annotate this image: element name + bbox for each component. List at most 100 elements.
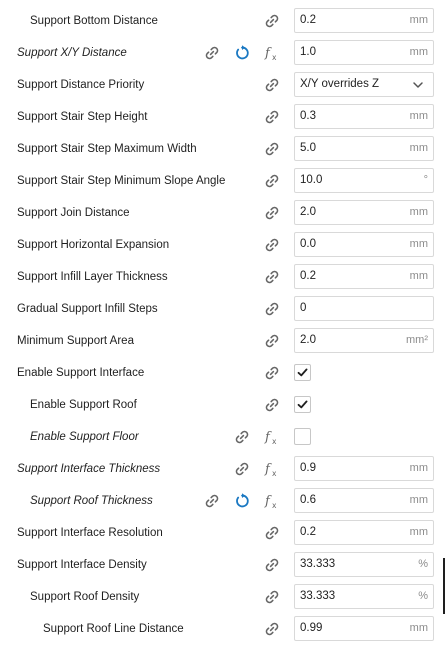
link-icon [263,332,281,350]
setting-value: 33.333 [300,558,336,570]
setting-input[interactable]: 5.0 mm [294,136,434,161]
setting-unit: mm [409,238,428,250]
setting-value: 0.0 [300,238,316,250]
per-extruder-link-icon [203,492,221,510]
setting-row-gradual-support-infill-steps: Gradual Support Infill Steps 0 [0,293,446,325]
svg-text:f: f [264,46,272,61]
setting-label: Support Interface Thickness [17,463,161,475]
setting-input[interactable]: 10.0 ° [294,168,434,193]
setting-value: 0.99 [300,622,323,634]
setting-unit: mm [409,110,428,122]
setting-value: 0.2 [300,270,316,282]
reset-icon[interactable] [233,492,251,510]
checkmark-icon [297,368,308,377]
setting-dropdown[interactable]: X/Y overrides Z [294,72,434,97]
checkmark-icon [297,400,308,409]
setting-row-support-infill-layer-thickness: Support Infill Layer Thickness 0.2 mm [0,261,446,293]
svg-text:f: f [264,462,272,477]
setting-input[interactable]: 2.0 mm² [294,328,434,353]
setting-input[interactable]: 33.333% [294,584,434,609]
setting-row-support-roof-thickness: Support Roof Thickness f x 0.6 mm [0,485,446,517]
setting-label: Support Distance Priority [17,79,145,91]
setting-row-support-horizontal-expansion: Support Horizontal Expansion 0.0 mm [0,229,446,261]
per-extruder-link-icon [233,428,251,446]
link-icon [263,300,281,318]
setting-value: 0 [300,302,307,314]
setting-input[interactable]: 0.3 mm [294,104,434,129]
setting-row-support-distance-priority: Support Distance Priority X/Y overrides Z [0,69,446,101]
setting-label: Support Bottom Distance [30,15,158,27]
setting-label: Support Stair Step Height [17,111,148,123]
link-icon [263,76,281,94]
setting-unit: mm² [406,334,428,346]
link-icon [263,140,281,158]
setting-row-support-roof-density: Support Roof Density 33.333% [0,581,446,613]
setting-label: Support Join Distance [17,207,130,219]
setting-value: 0.6 [300,494,316,506]
setting-input[interactable]: 33.333% [294,552,434,577]
setting-unit: mm [409,14,428,26]
svg-text:x: x [272,437,277,446]
setting-unit: % [418,558,428,570]
setting-input[interactable]: 0.99 mm [294,616,434,641]
settings-list: Support Bottom Distance 0.2 mm Support X/Y … [0,5,446,645]
link-icon [263,620,281,638]
setting-unit: mm [409,622,428,634]
link-icon [263,524,281,542]
per-extruder-link-icon [233,460,251,478]
link-icon [263,204,281,222]
setting-row-support-bottom-distance: Support Bottom Distance 0.2 mm [0,5,446,37]
setting-input[interactable]: 0 [294,296,434,321]
setting-unit: ° [423,174,428,186]
reset-icon[interactable] [233,44,251,62]
svg-text:x: x [272,469,277,478]
setting-unit: mm [409,46,428,58]
setting-value: 33.333 [300,590,336,602]
setting-input[interactable]: 0.9 mm [294,456,434,481]
setting-label: Support Roof Density [30,591,140,603]
setting-input[interactable]: 0.6 mm [294,488,434,513]
formula-icon[interactable]: fx [263,492,281,510]
setting-row-support-x-y-distance: Support X/Y Distance f x 1.0 mm [0,37,446,69]
setting-unit: mm [409,494,428,506]
setting-input[interactable]: 0.2 mm [294,264,434,289]
svg-text:f: f [264,494,272,509]
setting-label: Gradual Support Infill Steps [17,303,158,315]
setting-row-enable-support-interface: Enable Support Interface [0,357,446,389]
link-icon [263,108,281,126]
setting-label: Support Roof Line Distance [43,623,184,635]
setting-row-minimum-support-area: Minimum Support Area 2.0 mm² [0,325,446,357]
setting-unit: mm [409,206,428,218]
link-icon [263,556,281,574]
setting-label: Support Stair Step Minimum Slope Angle [17,175,226,187]
setting-input[interactable]: 0.2 mm [294,520,434,545]
scrollbar-thumb[interactable] [443,558,445,614]
setting-unit: mm [409,526,428,538]
formula-icon[interactable]: fx [263,460,281,478]
formula-icon[interactable]: fx [263,44,281,62]
link-icon [263,396,281,414]
setting-label: Support Stair Step Maximum Width [17,143,197,155]
setting-row-support-stair-step-minimum-slope-angle: Support Stair Step Minimum Slope Angle 10… [0,165,446,197]
setting-input[interactable]: 0.2 mm [294,8,434,33]
formula-icon[interactable]: fx [263,428,281,446]
setting-input[interactable]: 1.0 mm [294,40,434,65]
setting-label: Enable Support Floor [30,431,139,443]
setting-input[interactable]: 0.0 mm [294,232,434,257]
svg-text:x: x [272,501,277,510]
per-extruder-link-icon [203,44,221,62]
setting-value: 2.0 [300,206,316,218]
setting-value: 0.2 [300,14,316,26]
setting-value: 0.2 [300,526,316,538]
setting-input[interactable]: 2.0 mm [294,200,434,225]
setting-row-support-interface-resolution: Support Interface Resolution 0.2 mm [0,517,446,549]
setting-label: Support Horizontal Expansion [17,239,170,251]
link-icon [263,172,281,190]
setting-row-support-interface-thickness: Support Interface Thickness f x 0.9 mm [0,453,446,485]
svg-text:f: f [264,430,272,445]
setting-checkbox[interactable] [294,364,311,381]
setting-checkbox[interactable] [294,396,311,413]
setting-checkbox[interactable] [294,428,311,445]
setting-label: Support Infill Layer Thickness [17,271,168,283]
chevron-down-icon[interactable] [412,80,424,90]
